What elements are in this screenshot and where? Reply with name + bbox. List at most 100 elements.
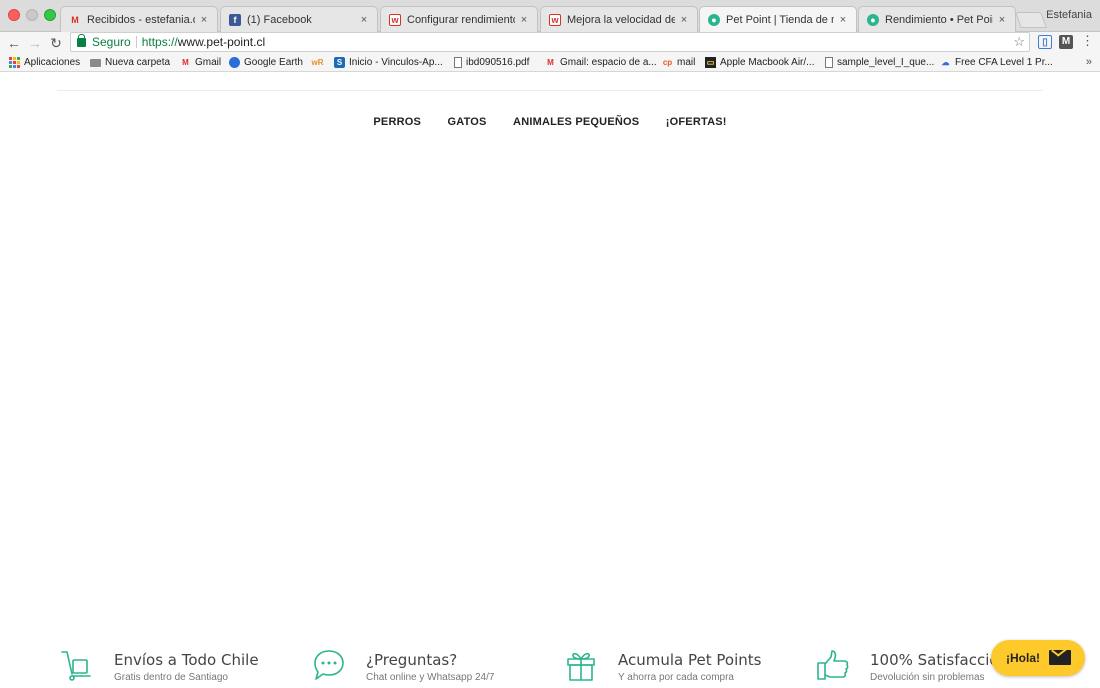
bookmark-label: Nueva carpeta bbox=[105, 57, 171, 68]
bookmark-google-earth[interactable]: Google Earth bbox=[229, 57, 303, 68]
extension-icon[interactable]: ▯ bbox=[1038, 35, 1052, 49]
profile-name[interactable]: Estefania bbox=[1046, 9, 1092, 21]
chat-button[interactable]: ¡Hola! bbox=[991, 640, 1085, 676]
tab-mejora-velocidad[interactable]: w Mejora la velocidad de tu Ti × bbox=[540, 6, 698, 32]
feature-subtitle: Gratis dentro de Santiago bbox=[114, 672, 228, 683]
minimize-window-button[interactable] bbox=[26, 9, 38, 21]
w-icon: w bbox=[549, 13, 561, 26]
document-icon bbox=[825, 57, 833, 68]
address-bar[interactable]: Seguro https:// www.pet-point.cl ☆ bbox=[70, 32, 1030, 52]
tab-title: Pet Point | Tienda de masco bbox=[726, 14, 834, 26]
facebook-icon: f bbox=[229, 13, 241, 26]
pet-point-icon: ● bbox=[708, 14, 720, 26]
bookmark-gmail-espacio[interactable]: M Gmail: espacio de a... bbox=[545, 57, 657, 68]
gmail-icon: M bbox=[71, 14, 79, 25]
page-content: PERROS GATOS ANIMALES PEQUEÑOS ¡OFERTAS!… bbox=[0, 73, 1100, 688]
more-menu-icon[interactable]: ⋮ bbox=[1081, 33, 1094, 49]
new-tab-button[interactable] bbox=[1015, 12, 1047, 28]
chat-bubble-icon bbox=[314, 650, 344, 680]
feature-title: Acumula Pet Points bbox=[618, 651, 762, 669]
nav-ofertas[interactable]: ¡OFERTAS! bbox=[666, 116, 727, 128]
divider bbox=[135, 36, 137, 48]
nav-gatos[interactable]: GATOS bbox=[447, 116, 486, 128]
bookmark-pdf[interactable]: ibd090516.pdf bbox=[454, 57, 529, 68]
bookmark-sample-level[interactable]: sample_level_I_que... bbox=[825, 57, 934, 68]
bookmark-aplicaciones[interactable]: Aplicaciones bbox=[9, 57, 80, 68]
chat-button-label: ¡Hola! bbox=[1006, 651, 1040, 665]
tab-configurar-rendimiento[interactable]: w Configurar rendimiento en × bbox=[380, 6, 538, 32]
bookmark-gmail[interactable]: M Gmail bbox=[180, 57, 221, 68]
tab-facebook[interactable]: f (1) Facebook × bbox=[220, 6, 378, 32]
gift-icon bbox=[567, 652, 595, 681]
cloud-icon: ☁ bbox=[941, 58, 950, 67]
header-divider bbox=[57, 90, 1043, 91]
tab-gmail-inbox[interactable]: M Recibidos - estefania.oponi × bbox=[60, 6, 218, 32]
close-icon[interactable]: × bbox=[838, 14, 848, 26]
tab-title: (1) Facebook bbox=[247, 13, 312, 26]
bookmark-star-icon[interactable]: ☆ bbox=[1013, 34, 1025, 50]
url-scheme: https:// bbox=[141, 35, 178, 49]
bookmark-label: Inicio - Vinculos-Ap... bbox=[349, 57, 443, 68]
reload-icon[interactable]: ↻ bbox=[48, 34, 64, 52]
folder-icon bbox=[90, 58, 101, 67]
extension-m-icon[interactable]: M bbox=[1059, 35, 1073, 49]
google-earth-icon bbox=[229, 57, 240, 68]
close-icon[interactable]: × bbox=[359, 14, 369, 26]
tab-pet-point[interactable]: ● Pet Point | Tienda de masco × bbox=[699, 6, 857, 33]
feature-title: ¿Preguntas? bbox=[366, 651, 458, 669]
close-icon[interactable]: × bbox=[199, 14, 209, 26]
maximize-window-button[interactable] bbox=[44, 9, 56, 21]
document-icon bbox=[454, 57, 462, 68]
copilot-icon: cp bbox=[662, 58, 673, 67]
hand-truck-icon bbox=[61, 651, 91, 681]
sharepoint-icon: S bbox=[334, 57, 345, 68]
macbook-icon: ▭ bbox=[705, 57, 716, 68]
gmail-icon: M bbox=[547, 58, 554, 67]
bookmark-label: Apple Macbook Air/... bbox=[720, 57, 815, 68]
tab-title: Rendimiento • Pet Point bbox=[885, 13, 993, 26]
main-nav: PERROS GATOS ANIMALES PEQUEÑOS ¡OFERTAS! bbox=[0, 112, 1100, 130]
bookmark-free-cfa[interactable]: ☁ Free CFA Level 1 Pr... bbox=[940, 57, 1053, 68]
bookmark-apple-macbook[interactable]: ▭ Apple Macbook Air/... bbox=[705, 57, 815, 68]
tab-title: Configurar rendimiento en bbox=[407, 13, 515, 26]
tab-title: Recibidos - estefania.oponi bbox=[87, 13, 195, 26]
tab-rendimiento-pet-point[interactable]: ● Rendimiento • Pet Point × bbox=[858, 6, 1016, 32]
back-arrow-icon[interactable]: ← bbox=[6, 34, 22, 52]
bookmark-mail[interactable]: cp mail bbox=[662, 57, 696, 68]
forward-arrow-icon[interactable]: → bbox=[27, 34, 43, 52]
lock-icon bbox=[77, 33, 86, 47]
bookmark-label: Gmail: espacio de a... bbox=[560, 57, 657, 68]
bookmark-label: Gmail bbox=[195, 57, 222, 68]
wr-icon: wR bbox=[311, 58, 324, 67]
apps-grid-icon bbox=[9, 57, 20, 68]
nav-perros[interactable]: PERROS bbox=[373, 116, 421, 128]
bookmark-label: mail bbox=[677, 57, 696, 68]
features-bar: Envíos a Todo Chile Gratis dentro de San… bbox=[0, 642, 1100, 688]
pet-point-icon: ● bbox=[867, 13, 879, 26]
gmail-icon: M bbox=[182, 58, 189, 67]
bookmark-nueva-carpeta[interactable]: Nueva carpeta bbox=[90, 57, 170, 68]
feature-subtitle: Devolución sin problemas bbox=[870, 672, 985, 683]
browser-toolbar: ← → ↻ Seguro https:// www.pet-point.cl ☆… bbox=[0, 32, 1100, 54]
nav-animales-pequenos[interactable]: ANIMALES PEQUEÑOS bbox=[513, 116, 639, 128]
close-icon[interactable]: × bbox=[519, 14, 529, 26]
feature-subtitle: Y ahorra por cada compra bbox=[618, 672, 734, 683]
bookmark-label: ibd090516.pdf bbox=[466, 57, 530, 68]
bookmark-inicio-vinculos[interactable]: S Inicio - Vinculos-Ap... bbox=[334, 57, 443, 68]
browser-window: M Recibidos - estefania.oponi × f (1) Fa… bbox=[0, 0, 1100, 688]
thumbs-up-icon bbox=[817, 650, 849, 680]
close-window-button[interactable] bbox=[8, 9, 20, 21]
tab-strip: M Recibidos - estefania.oponi × f (1) Fa… bbox=[0, 0, 1100, 33]
bookmark-wr[interactable]: wR bbox=[312, 57, 327, 68]
feature-subtitle: Chat online y Whatsapp 24/7 bbox=[366, 672, 495, 683]
close-icon[interactable]: × bbox=[997, 14, 1007, 26]
tab-title: Mejora la velocidad de tu Ti bbox=[567, 13, 675, 26]
bookmark-label: Free CFA Level 1 Pr... bbox=[955, 57, 1053, 68]
envelope-icon bbox=[1049, 650, 1071, 665]
feature-title: Envíos a Todo Chile bbox=[114, 651, 259, 669]
bookmark-label: Google Earth bbox=[244, 57, 303, 68]
bookmark-label: sample_level_I_que... bbox=[837, 57, 935, 68]
url-host: www.pet-point.cl bbox=[177, 35, 266, 49]
chevron-right-icon[interactable]: » bbox=[1086, 56, 1092, 68]
close-icon[interactable]: × bbox=[679, 14, 689, 26]
